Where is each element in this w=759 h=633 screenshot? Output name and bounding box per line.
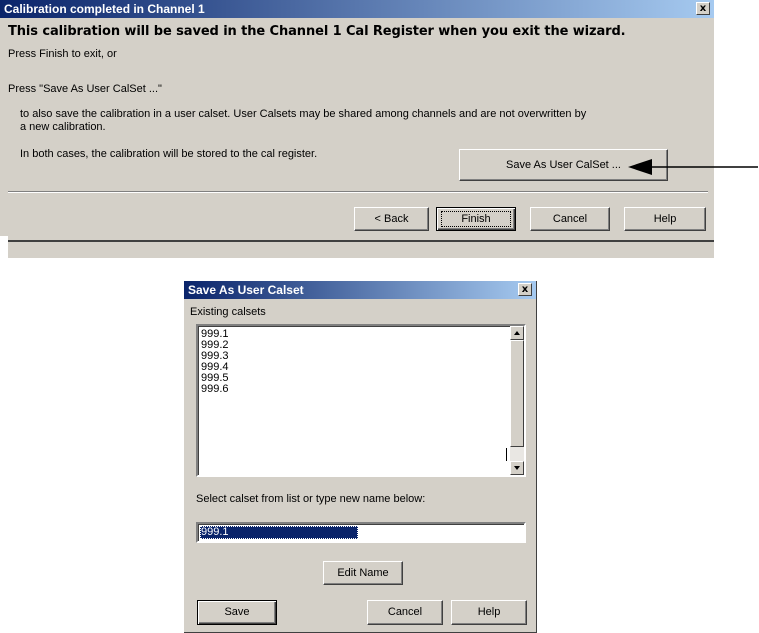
scroll-down-button[interactable] bbox=[510, 461, 524, 475]
wizard-note: In both cases, the calibration will be s… bbox=[20, 148, 318, 160]
calset-name-value: 999.1 bbox=[201, 526, 229, 538]
scroll-up-button[interactable] bbox=[510, 326, 524, 340]
cancel-button[interactable]: Cancel bbox=[530, 207, 610, 231]
calset-name-input[interactable]: 999.1 bbox=[196, 522, 526, 543]
help-label: Help bbox=[653, 213, 677, 225]
scroll-thumb[interactable] bbox=[510, 340, 524, 447]
help-button[interactable]: Help bbox=[624, 207, 706, 231]
calset-save-label: Save bbox=[224, 606, 250, 618]
calset-cancel-button[interactable]: Cancel bbox=[367, 600, 443, 625]
back-label: < Back bbox=[374, 213, 409, 225]
save-as-user-calset-button[interactable]: Save As User CalSet ... bbox=[459, 149, 668, 181]
save-as-user-calset-label: Save As User CalSet ... bbox=[506, 159, 621, 171]
edit-name-button[interactable]: Edit Name bbox=[323, 561, 403, 585]
wizard-instruction-finish: Press Finish to exit, or bbox=[8, 48, 117, 60]
calset-help-button[interactable]: Help bbox=[451, 600, 527, 625]
list-item[interactable]: 999.6 bbox=[201, 384, 229, 395]
calsets-list: 999.1 999.2 999.3 999.4 999.5 999.6 bbox=[201, 329, 229, 395]
calset-save-button[interactable]: Save bbox=[197, 600, 277, 625]
wizard-title: Calibration completed in Channel 1 bbox=[4, 2, 205, 16]
chevron-up-icon bbox=[514, 331, 520, 335]
wizard-bottom-strip-gray bbox=[8, 242, 714, 258]
calset-dialog-close-button[interactable]: x bbox=[518, 283, 532, 296]
chevron-down-icon bbox=[514, 466, 520, 470]
close-icon: x bbox=[521, 284, 529, 295]
calset-help-label: Help bbox=[477, 606, 501, 618]
select-calset-label: Select calset from list or type new name… bbox=[196, 493, 426, 505]
existing-calsets-label: Existing calsets bbox=[190, 306, 266, 318]
wizard-close-button[interactable]: x bbox=[696, 2, 710, 15]
finish-focus-ring bbox=[441, 211, 511, 227]
text-caret bbox=[506, 448, 507, 461]
calsets-listbox[interactable]: 999.1 999.2 999.3 999.4 999.5 999.6 bbox=[196, 324, 526, 477]
close-icon: x bbox=[699, 3, 707, 14]
calset-dialog-title: Save As User Calset bbox=[188, 283, 304, 297]
wizard-description-line1: to also save the calibration in a user c… bbox=[20, 108, 587, 120]
wizard-description-line2: a new calibration. bbox=[20, 121, 106, 133]
wizard-window: Calibration completed in Channel 1 x Thi… bbox=[0, 0, 714, 258]
back-button[interactable]: < Back bbox=[354, 207, 429, 231]
wizard-titlebar: Calibration completed in Channel 1 bbox=[0, 0, 714, 18]
wizard-instruction-save-as: Press "Save As User CalSet ..." bbox=[8, 83, 162, 95]
calset-dialog: Save As User Calset x Existing calsets 9… bbox=[184, 281, 537, 633]
wizard-heading: This calibration will be saved in the Ch… bbox=[8, 24, 626, 39]
calsets-scrollbar[interactable] bbox=[510, 326, 524, 475]
edit-name-label: Edit Name bbox=[337, 567, 389, 579]
wizard-separator bbox=[8, 191, 708, 193]
calset-cancel-label: Cancel bbox=[387, 606, 423, 618]
cancel-label: Cancel bbox=[552, 213, 588, 225]
calset-dialog-titlebar: Save As User Calset bbox=[184, 281, 536, 299]
wizard-left-white-notch bbox=[0, 236, 8, 258]
